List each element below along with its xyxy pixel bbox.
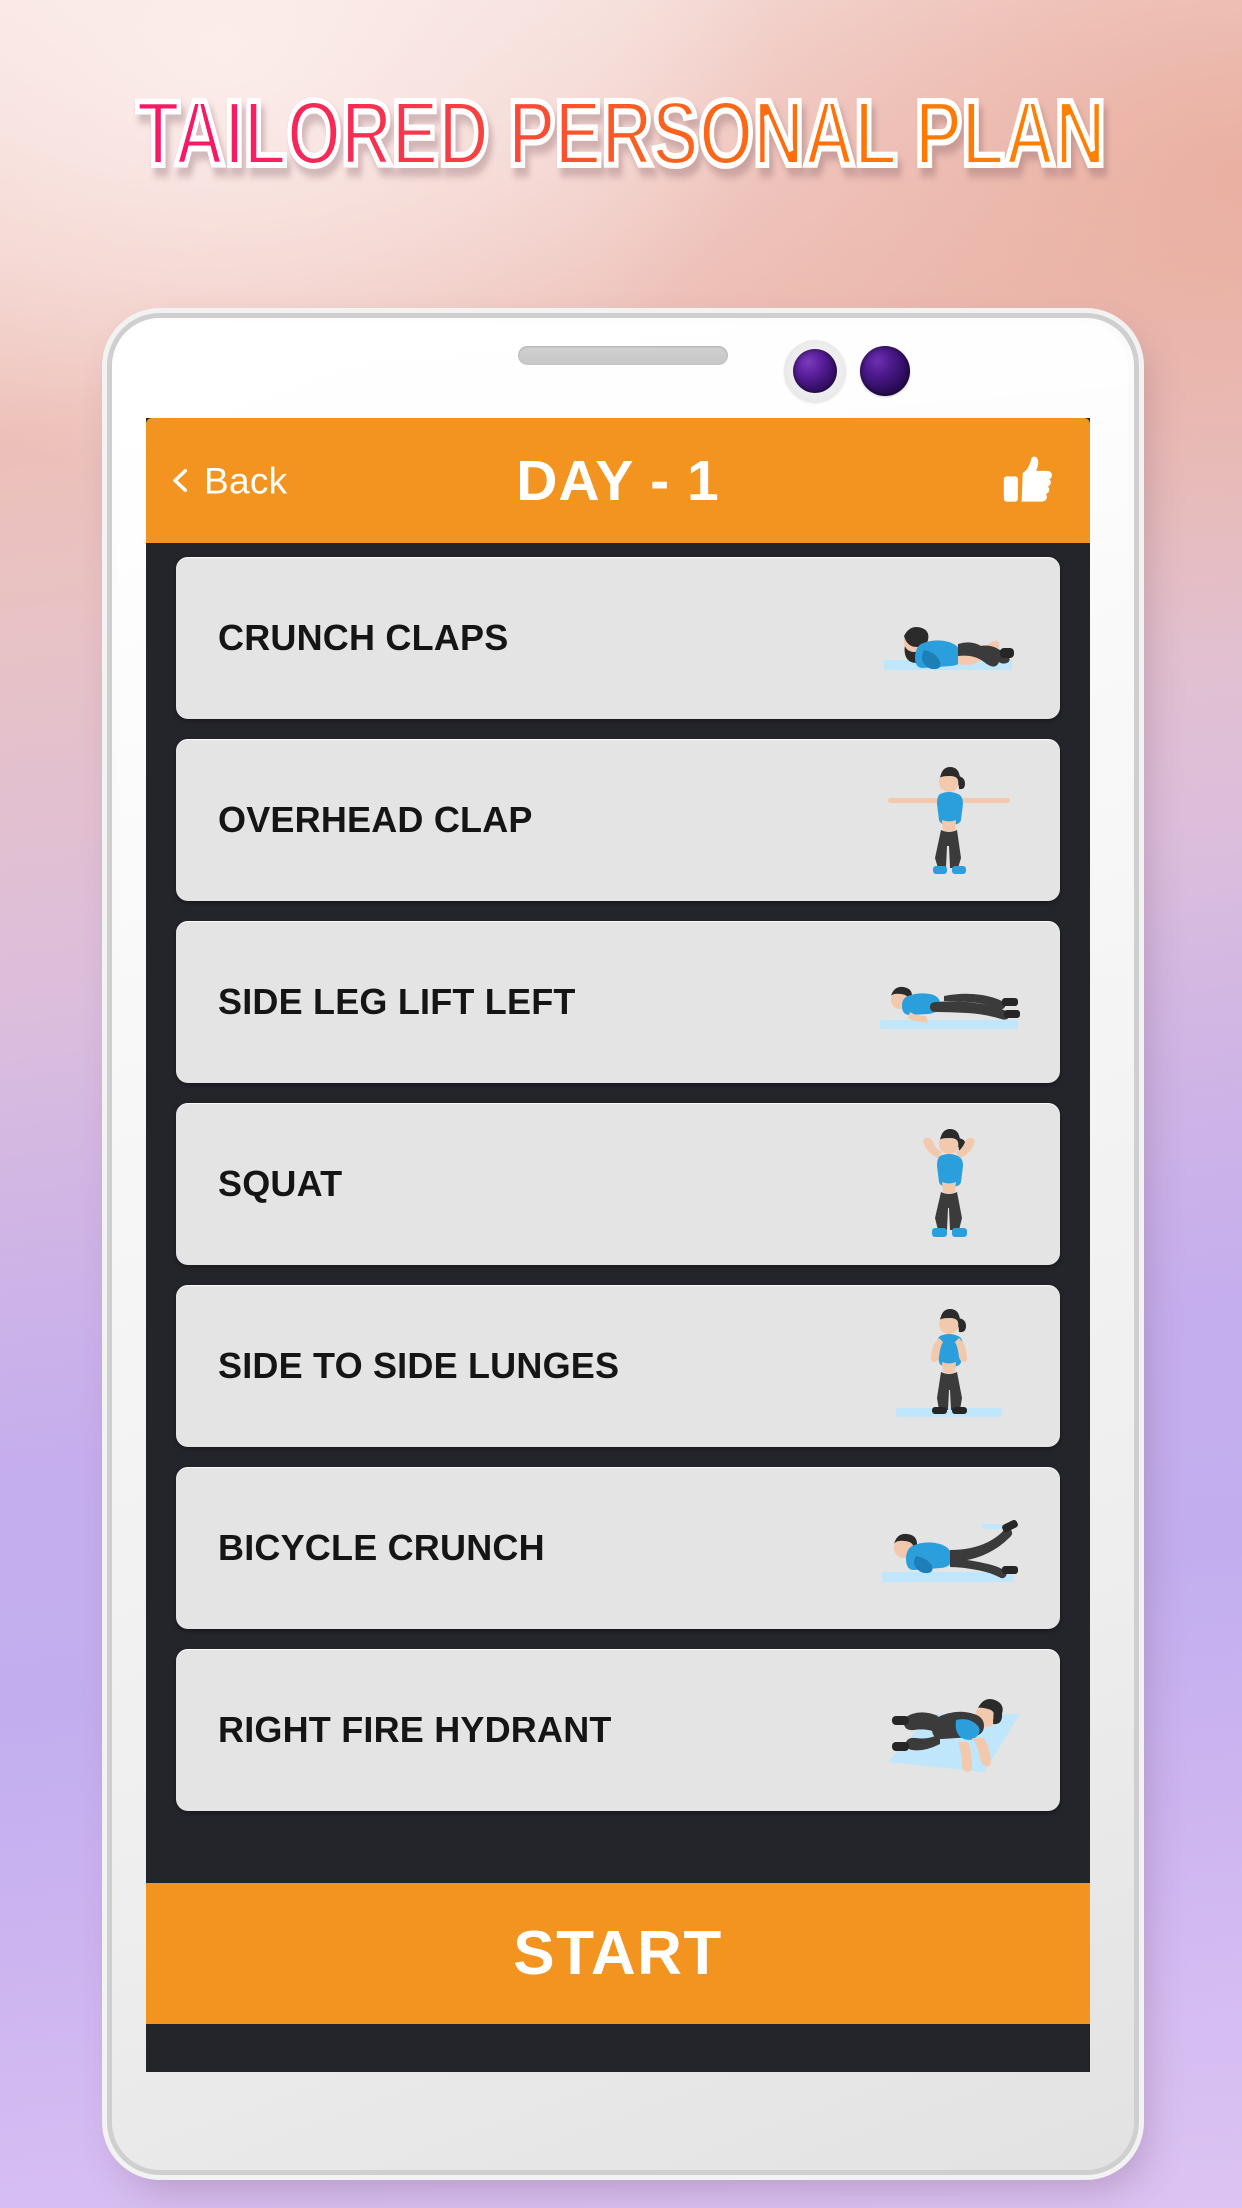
exercise-row[interactable]: OVERHEAD CLAP	[176, 739, 1060, 901]
front-camera-icon	[784, 340, 846, 402]
exercise-name: OVERHEAD CLAP	[218, 799, 533, 840]
exercise-name: SIDE LEG LIFT LEFT	[218, 981, 576, 1022]
exercise-row[interactable]: SIDE TO SIDE LUNGES	[176, 1285, 1060, 1447]
like-button[interactable]	[998, 448, 1064, 514]
exercise-row[interactable]: SQUAT	[176, 1103, 1060, 1265]
exercise-row[interactable]: SIDE LEG LIFT LEFT	[176, 921, 1060, 1083]
right-fire-hydrant-figure	[874, 1668, 1024, 1792]
exercise-list: CRUNCH CLAPS OVERHEAD CLAP SIDE LEG LIFT…	[146, 543, 1090, 1811]
start-button[interactable]: START	[146, 1883, 1090, 2024]
front-sensor-icon	[860, 346, 910, 396]
exercise-row[interactable]: CRUNCH CLAPS	[176, 557, 1060, 719]
exercise-row[interactable]: RIGHT FIRE HYDRANT	[176, 1649, 1060, 1811]
exercise-name: SQUAT	[218, 1163, 343, 1204]
bicycle-crunch-figure	[874, 1486, 1024, 1610]
exercise-name: BICYCLE CRUNCH	[218, 1527, 545, 1568]
side-to-side-lunges-figure	[874, 1304, 1024, 1428]
app-screen: Back DAY - 1 CRUNCH CLAPS OVERHEAD CLAP …	[146, 418, 1090, 2072]
phone-earpiece-speaker	[518, 346, 728, 365]
crunch-claps-figure	[874, 576, 1024, 700]
app-header-bar: Back DAY - 1	[146, 418, 1090, 543]
exercise-name: CRUNCH CLAPS	[218, 617, 509, 658]
page-title: TAILORED PERSONAL PLAN	[43, 84, 1198, 183]
exercise-name: SIDE TO SIDE LUNGES	[218, 1345, 620, 1386]
squat-figure	[874, 1122, 1024, 1246]
thumbs-up-icon	[1003, 456, 1052, 502]
exercise-row[interactable]: BICYCLE CRUNCH	[176, 1467, 1060, 1629]
overhead-clap-figure	[874, 758, 1024, 882]
day-title: DAY - 1	[516, 448, 720, 513]
exercise-name: RIGHT FIRE HYDRANT	[218, 1709, 612, 1750]
side-leg-lift-left-figure	[874, 940, 1024, 1064]
